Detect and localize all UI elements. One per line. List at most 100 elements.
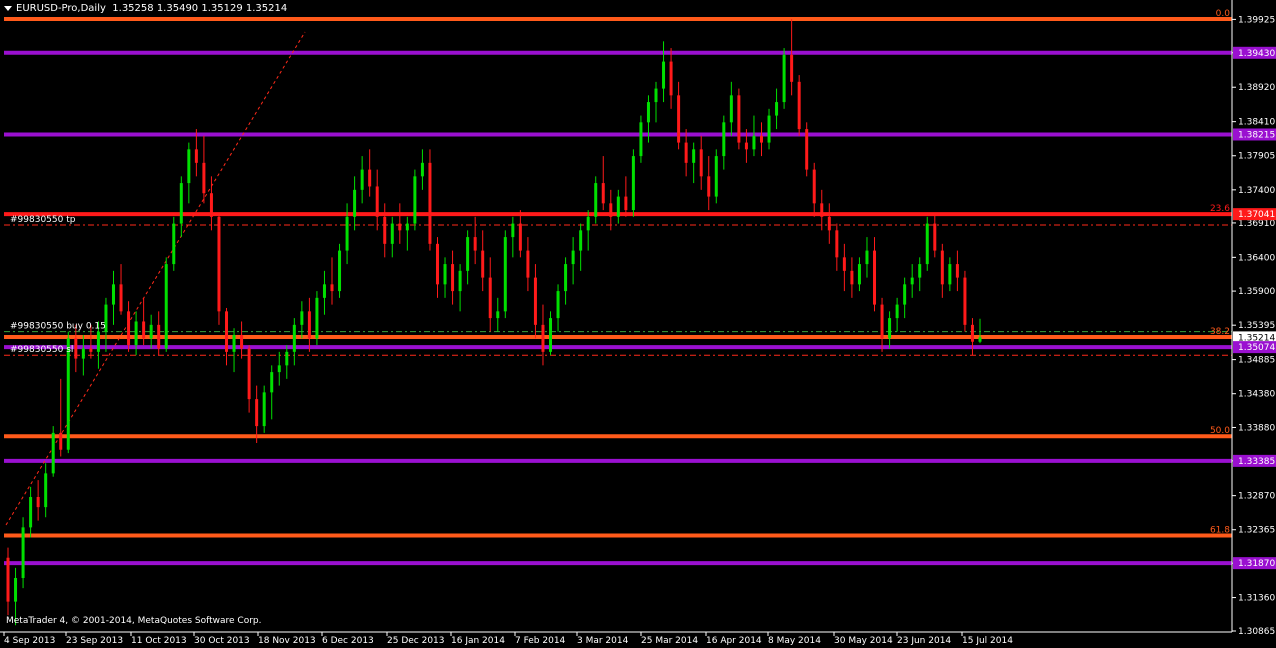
candle-body — [631, 156, 635, 211]
candle-body — [119, 284, 123, 312]
candle-body — [729, 95, 733, 123]
candle-body — [466, 237, 470, 271]
candle-body — [398, 223, 402, 231]
candle-body — [149, 324, 153, 339]
x-tick-label: 15 Jul 2014 — [962, 636, 1013, 646]
y-tick-label: 1.30865 — [1238, 627, 1275, 637]
candle-body — [111, 284, 115, 305]
candle-body — [330, 284, 334, 292]
candle-body — [360, 169, 364, 190]
candle-body — [925, 223, 929, 265]
candle-body — [29, 496, 33, 528]
candle-body — [564, 264, 568, 292]
x-tick-label: 4 Sep 2013 — [4, 636, 55, 646]
y-tick-label: 1.37905 — [1238, 152, 1275, 162]
x-tick-label: 25 Mar 2014 — [641, 636, 698, 646]
x-tick-label: 30 Oct 2013 — [194, 636, 250, 646]
candle-body — [202, 162, 206, 194]
price-chart[interactable]: 0.0 23.6 38.2 50.0 61.8 #99830550 tp #99830550… — [0, 0, 1276, 648]
candle-body — [307, 311, 311, 339]
candle-body — [488, 277, 492, 319]
candle-body — [850, 270, 854, 285]
candle-body — [948, 264, 952, 285]
candle-body — [127, 311, 131, 346]
candle-body — [458, 270, 462, 292]
ohlc-label: 1.35258 1.35490 1.35129 1.35214 — [112, 3, 288, 14]
candle-body — [616, 196, 620, 217]
order-label: #99830550 sl — [10, 345, 73, 355]
y-tick-label: 1.36400 — [1238, 253, 1275, 263]
x-tick-label: 23 Jun 2014 — [897, 636, 951, 646]
candle-body — [533, 277, 537, 325]
candle-body — [541, 324, 545, 352]
y-tick-label: 1.35395 — [1238, 321, 1275, 331]
candle-body — [978, 337, 982, 342]
candle-body — [59, 432, 63, 450]
candle-body — [353, 189, 357, 217]
candle-body — [835, 230, 839, 258]
y-tick-label: 1.37400 — [1238, 186, 1275, 196]
candle-body — [775, 102, 779, 116]
candle-body — [194, 149, 198, 163]
candle-body — [270, 372, 274, 393]
price-label-text: 1.37041 — [1238, 210, 1275, 220]
candle-body — [405, 223, 409, 231]
y-tick-label: 1.38920 — [1238, 83, 1275, 93]
candle-body — [511, 223, 515, 238]
candle-body — [435, 243, 439, 285]
x-tick-label: 3 Mar 2014 — [577, 636, 629, 646]
y-tick-label: 1.31360 — [1238, 594, 1275, 604]
candle-body — [179, 183, 183, 224]
candle-body — [805, 129, 809, 170]
candle-body — [390, 223, 394, 244]
fib-level-label: 50.0 — [1210, 426, 1230, 436]
candle-body — [669, 61, 673, 96]
candle-body — [225, 311, 229, 352]
candle-body — [692, 149, 696, 163]
candle-body — [375, 186, 379, 217]
candle-body — [782, 54, 786, 103]
candle-body — [496, 311, 500, 319]
price-label-text: 1.35074 — [1238, 343, 1275, 353]
candle-body — [579, 230, 583, 251]
candle-body — [880, 304, 884, 339]
y-tick-label: 1.32870 — [1238, 492, 1275, 502]
fib-level-label: 23.6 — [1210, 204, 1230, 214]
candle-body — [81, 348, 85, 359]
candle-body — [383, 216, 387, 244]
candle-body — [759, 135, 763, 143]
candle-body — [518, 223, 522, 251]
candle-body — [699, 149, 703, 177]
candle-body — [684, 142, 688, 163]
candle-body — [790, 54, 794, 82]
fib-level-label: 61.8 — [1210, 525, 1230, 535]
candle-body — [51, 432, 55, 474]
order-label: #99830550 tp — [10, 215, 76, 225]
x-tick-label: 6 Dec 2013 — [322, 636, 374, 646]
candle-body — [873, 250, 877, 305]
candle-body — [338, 250, 342, 292]
candle-body — [714, 156, 718, 197]
x-tick-label: 7 Feb 2014 — [515, 636, 566, 646]
y-tick-label: 1.39925 — [1238, 15, 1275, 25]
candle-body — [624, 196, 628, 211]
candle-body — [451, 264, 455, 292]
price-label-text: 1.33385 — [1238, 457, 1275, 467]
chevron-down-icon[interactable] — [4, 5, 12, 11]
candle-body — [292, 324, 296, 352]
y-tick-label: 1.36910 — [1238, 219, 1275, 229]
candle-body — [157, 324, 161, 349]
x-tick-label: 23 Sep 2013 — [66, 636, 123, 646]
candle-body — [737, 95, 741, 143]
candle-body — [247, 348, 251, 400]
candle-body — [767, 115, 771, 143]
candle-body — [744, 142, 748, 150]
candle-body — [413, 176, 417, 224]
y-tick-label: 1.35900 — [1238, 287, 1275, 297]
candle-body — [827, 216, 831, 231]
candle-body — [586, 216, 590, 231]
candle-body — [812, 169, 816, 204]
candle-body — [14, 577, 18, 602]
candle-body — [895, 304, 899, 319]
candle-body — [910, 277, 914, 285]
